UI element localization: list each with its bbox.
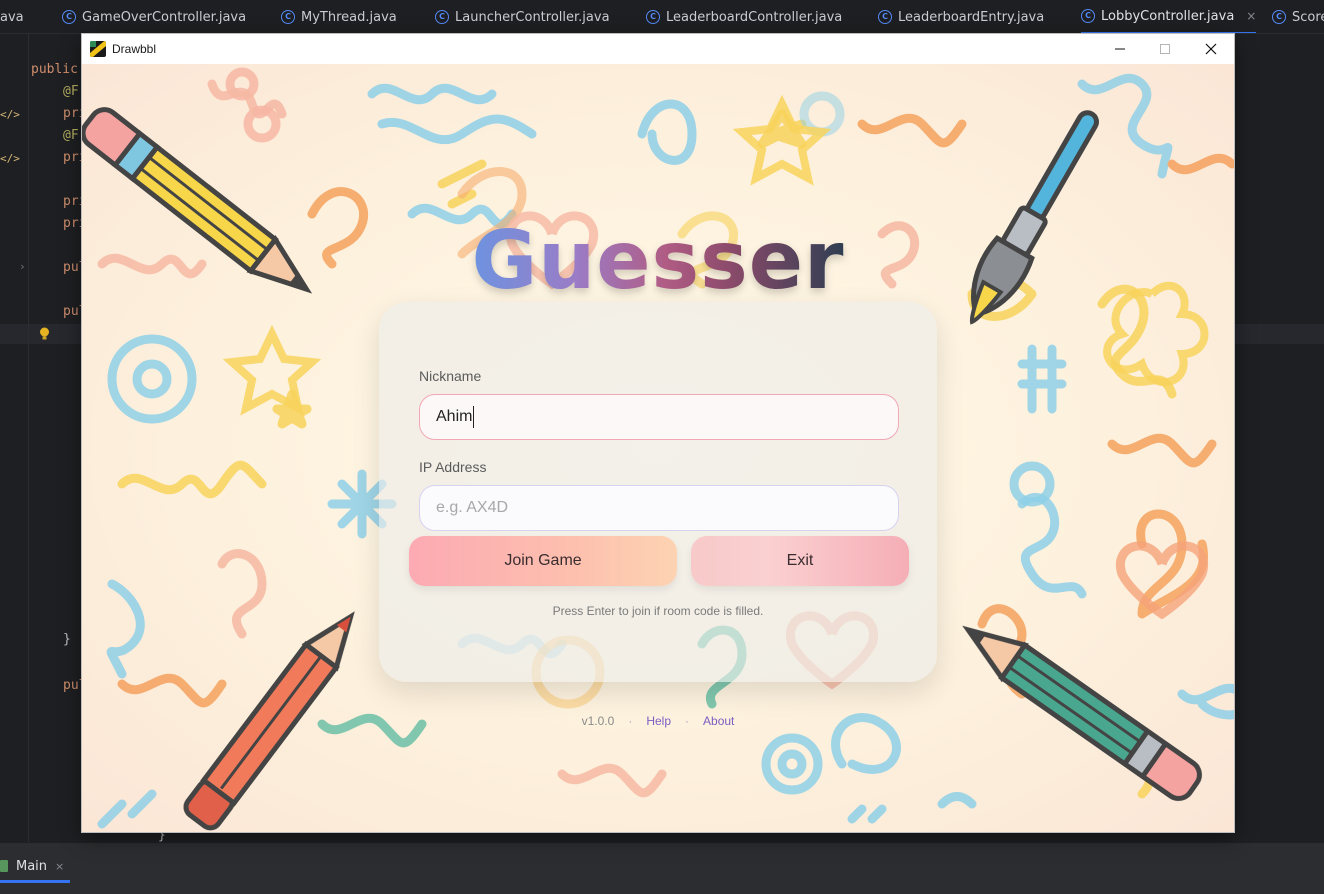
ide-tab[interactable]: C LeaderboardController.java — [646, 0, 843, 33]
ide-tab[interactable]: C MyThread.java — [281, 0, 397, 33]
help-link[interactable]: Help — [646, 714, 671, 728]
ide-tab-label: LeaderboardController.java — [666, 9, 843, 25]
run-config-icon — [0, 860, 8, 872]
code-tag-icon: </> — [0, 152, 20, 165]
code-text: } — [63, 632, 71, 647]
class-icon: C — [646, 10, 660, 24]
code-text: public — [31, 62, 78, 77]
green-pencil-illustration — [962, 625, 1202, 802]
footer-separator: · — [685, 714, 690, 728]
ip-address-placeholder: e.g. AX4D — [436, 499, 509, 516]
class-icon: C — [435, 10, 449, 24]
ip-address-label: IP Address — [419, 459, 487, 475]
class-icon: C — [878, 10, 892, 24]
exit-button[interactable]: Exit — [691, 536, 909, 586]
class-icon: C — [1272, 10, 1286, 24]
ide-tab[interactable]: C Score — [1272, 0, 1324, 33]
run-tab[interactable]: Main × — [0, 852, 64, 880]
exit-label: Exit — [786, 552, 814, 569]
app-window: Drawbbl Guesser Nickname Ahim IP Address… — [82, 34, 1234, 832]
ide-tab-label: Score — [1292, 9, 1324, 25]
nickname-value: Ahim — [436, 408, 473, 425]
run-tab-indicator — [0, 880, 70, 883]
enter-hint: Press Enter to join if room code is fill… — [552, 604, 764, 618]
minimize-icon — [1115, 48, 1125, 50]
app-logo-title: Guesser — [82, 214, 1234, 307]
close-icon[interactable]: × — [1246, 9, 1256, 23]
ide-tab-label: LeaderboardEntry.java — [898, 9, 1045, 25]
background-canvas: Guesser Nickname Ahim IP Address e.g. AX… — [82, 64, 1234, 832]
class-icon: C — [1081, 9, 1095, 23]
logo-text: Guesser — [471, 214, 845, 307]
ide-tab-label: GameOverController.java — [82, 9, 247, 25]
nickname-input[interactable]: Ahim — [419, 394, 899, 440]
login-card: Nickname Ahim IP Address e.g. AX4D Join … — [379, 302, 937, 682]
ide-tab-label: LobbyController.java — [1101, 8, 1235, 24]
ide-tab-label: ava — [0, 9, 24, 25]
close-button[interactable] — [1188, 34, 1234, 64]
fold-chevron-icon[interactable]: › — [19, 260, 26, 273]
ide-tab[interactable]: C LeaderboardEntry.java — [878, 0, 1045, 33]
join-game-button[interactable]: Join Game — [409, 536, 677, 586]
ide-bottom-panel — [0, 842, 1324, 894]
version-label: v1.0.0 — [581, 714, 615, 728]
text-caret — [473, 406, 475, 428]
ide-tab[interactable]: C GameOverController.java — [62, 0, 247, 33]
ide-tab-bar: ava C GameOverController.java C MyThread… — [0, 0, 1324, 34]
ide-tab[interactable]: C LauncherController.java — [435, 0, 610, 33]
ip-address-input[interactable]: e.g. AX4D — [419, 485, 899, 531]
nickname-label: Nickname — [419, 368, 482, 384]
footer: v1.0.0 · Help · About — [82, 714, 1234, 728]
maximize-icon — [1160, 44, 1170, 54]
ide-tab-label: LauncherController.java — [455, 9, 610, 25]
ide-tab-active[interactable]: C LobbyController.java × — [1081, 0, 1257, 33]
close-icon[interactable]: × — [55, 860, 64, 873]
ide-tab[interactable]: ava — [0, 0, 24, 33]
gutter-divider — [28, 34, 29, 842]
join-game-label: Join Game — [504, 552, 582, 569]
class-icon: C — [281, 10, 295, 24]
ide-tab-label: MyThread.java — [301, 9, 397, 25]
lightbulb-icon[interactable] — [39, 327, 50, 341]
about-link[interactable]: About — [703, 714, 734, 728]
maximize-button[interactable] — [1142, 34, 1188, 64]
minimize-button[interactable] — [1097, 34, 1143, 64]
app-logo-icon — [90, 41, 106, 57]
class-icon: C — [62, 10, 76, 24]
footer-separator: · — [628, 714, 633, 728]
code-tag-icon: </> — [0, 108, 20, 121]
run-tab-label: Main — [16, 858, 48, 874]
close-icon — [1205, 43, 1217, 55]
window-titlebar[interactable]: Drawbbl — [82, 34, 1234, 64]
window-title: Drawbbl — [112, 42, 157, 56]
